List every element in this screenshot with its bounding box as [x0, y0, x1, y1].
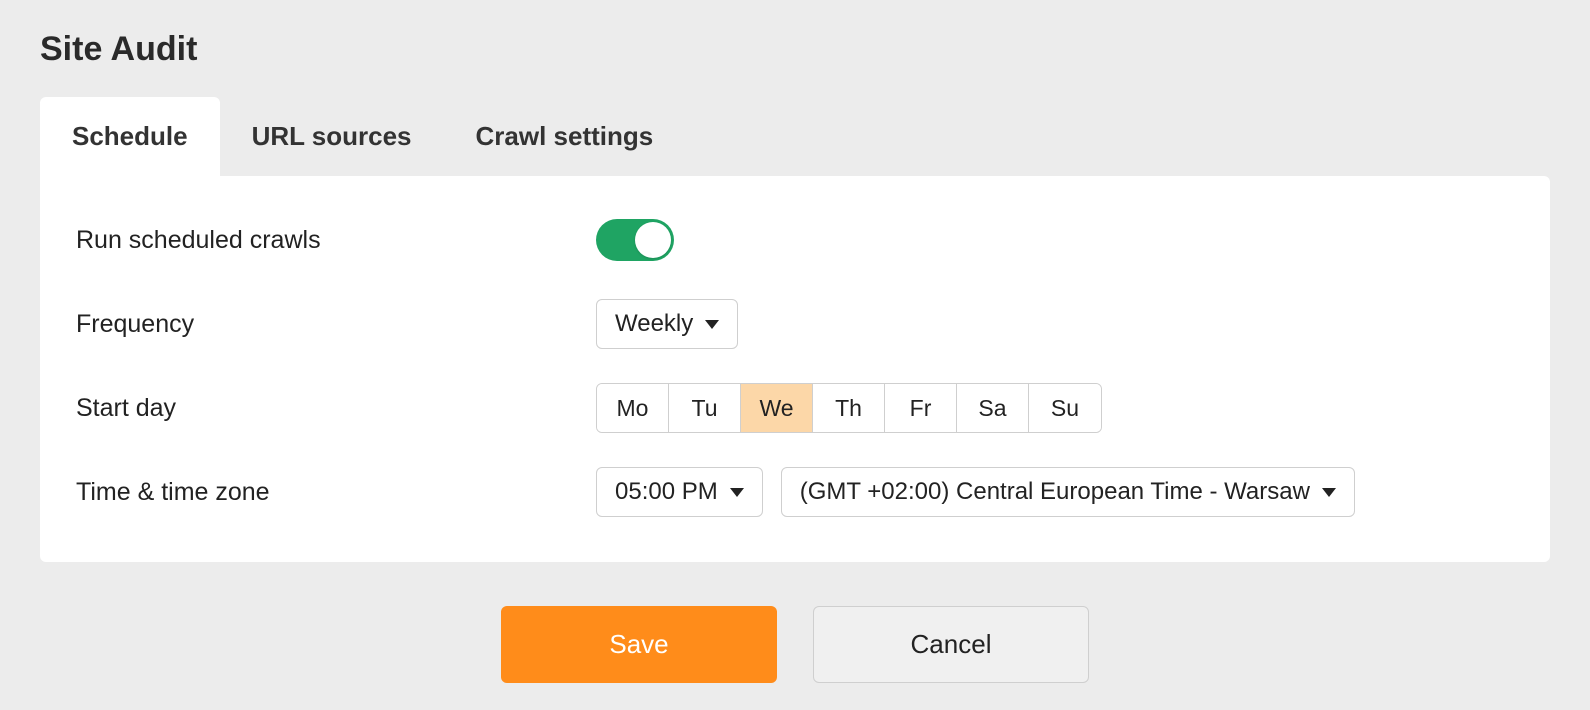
caret-down-icon [705, 320, 719, 329]
frequency-select[interactable]: Weekly [596, 299, 738, 349]
day-mo[interactable]: Mo [597, 384, 669, 432]
page-title: Site Audit [40, 30, 1550, 69]
day-th[interactable]: Th [813, 384, 885, 432]
cancel-button[interactable]: Cancel [813, 606, 1089, 683]
row-start-day: Start day Mo Tu We Th Fr Sa Su [76, 380, 1514, 436]
start-day-label: Start day [76, 394, 596, 423]
tab-schedule[interactable]: Schedule [40, 97, 220, 176]
row-frequency: Frequency Weekly [76, 296, 1514, 352]
time-select[interactable]: 05:00 PM [596, 467, 763, 517]
caret-down-icon [1322, 488, 1336, 497]
row-time-zone: Time & time zone 05:00 PM (GMT +02:00) C… [76, 464, 1514, 520]
tab-crawl-settings[interactable]: Crawl settings [444, 97, 686, 176]
timezone-select[interactable]: (GMT +02:00) Central European Time - War… [781, 467, 1355, 517]
tabs: Schedule URL sources Crawl settings [40, 97, 1550, 176]
day-fr[interactable]: Fr [885, 384, 957, 432]
run-scheduled-toggle[interactable] [596, 219, 674, 261]
caret-down-icon [730, 488, 744, 497]
time-zone-label: Time & time zone [76, 478, 596, 507]
timezone-value: (GMT +02:00) Central European Time - War… [800, 478, 1310, 506]
day-we[interactable]: We [741, 384, 813, 432]
frequency-label: Frequency [76, 310, 596, 339]
day-tu[interactable]: Tu [669, 384, 741, 432]
toggle-knob [635, 222, 671, 258]
tab-url-sources[interactable]: URL sources [220, 97, 444, 176]
time-value: 05:00 PM [615, 478, 718, 506]
footer-actions: Save Cancel [40, 606, 1550, 683]
frequency-value: Weekly [615, 310, 693, 338]
run-scheduled-label: Run scheduled crawls [76, 226, 596, 255]
schedule-panel: Run scheduled crawls Frequency Weekly St… [40, 176, 1550, 562]
day-sa[interactable]: Sa [957, 384, 1029, 432]
row-run-scheduled: Run scheduled crawls [76, 212, 1514, 268]
save-button[interactable]: Save [501, 606, 777, 683]
day-selector: Mo Tu We Th Fr Sa Su [596, 383, 1102, 433]
day-su[interactable]: Su [1029, 384, 1101, 432]
